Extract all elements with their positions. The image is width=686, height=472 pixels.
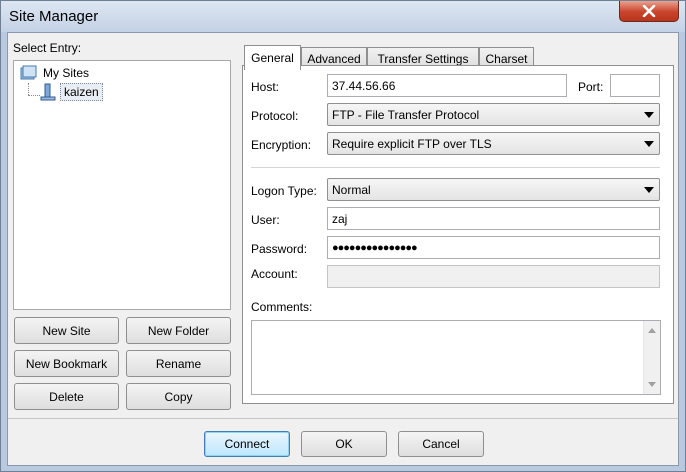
user-label: User: bbox=[251, 213, 280, 227]
encryption-select[interactable]: Require explicit FTP over TLS bbox=[327, 132, 660, 155]
tree-item-label: kaizen bbox=[60, 83, 103, 101]
dialog-body: Select Entry: My Sites kaizen New Site N… bbox=[7, 32, 679, 466]
protocol-value: FTP - File Transfer Protocol bbox=[332, 107, 480, 122]
folder-icon bbox=[20, 65, 37, 80]
scroll-up-icon[interactable] bbox=[648, 328, 656, 333]
tab-general[interactable]: General bbox=[244, 45, 301, 70]
host-input[interactable]: 37.44.56.66 bbox=[327, 74, 567, 97]
new-bookmark-button[interactable]: New Bookmark bbox=[14, 350, 119, 377]
port-label: Port: bbox=[578, 80, 604, 94]
close-button[interactable] bbox=[619, 1, 679, 22]
comments-textarea[interactable] bbox=[251, 320, 661, 395]
password-input[interactable]: ●●●●●●●●●●●●●●● bbox=[327, 236, 660, 259]
tree-item-label: My Sites bbox=[43, 66, 90, 80]
account-input bbox=[327, 265, 660, 288]
connect-button[interactable]: Connect bbox=[204, 431, 290, 457]
server-icon bbox=[40, 83, 56, 101]
logon-type-value: Normal bbox=[332, 182, 371, 197]
protocol-label: Protocol: bbox=[251, 109, 299, 123]
tree-item-my-sites[interactable]: My Sites bbox=[20, 64, 89, 82]
title-bar[interactable]: Site Manager bbox=[1, 1, 685, 32]
ok-button[interactable]: OK bbox=[301, 431, 387, 457]
tree-connector bbox=[28, 95, 40, 96]
rename-button[interactable]: Rename bbox=[126, 350, 231, 377]
chevron-down-icon bbox=[644, 187, 654, 193]
cancel-button[interactable]: Cancel bbox=[398, 431, 484, 457]
encryption-label: Encryption: bbox=[251, 138, 312, 152]
close-icon bbox=[642, 5, 656, 17]
scroll-down-icon[interactable] bbox=[648, 382, 656, 387]
window-title: Site Manager bbox=[9, 8, 99, 25]
delete-button[interactable]: Delete bbox=[14, 383, 119, 410]
site-tree[interactable]: My Sites kaizen bbox=[13, 60, 231, 310]
host-label: Host: bbox=[251, 80, 280, 94]
port-input[interactable] bbox=[610, 74, 660, 97]
logon-type-select[interactable]: Normal bbox=[327, 178, 660, 201]
separator bbox=[251, 167, 660, 168]
comments-label: Comments: bbox=[251, 300, 313, 314]
site-manager-window: Site Manager Select Entry: My Sites kaiz… bbox=[0, 0, 686, 472]
protocol-select[interactable]: FTP - File Transfer Protocol bbox=[327, 103, 660, 126]
footer-separator bbox=[8, 418, 678, 419]
select-entry-label: Select Entry: bbox=[13, 41, 82, 55]
encryption-value: Require explicit FTP over TLS bbox=[332, 136, 492, 151]
account-label: Account: bbox=[251, 267, 298, 281]
chevron-down-icon bbox=[644, 112, 654, 118]
copy-button[interactable]: Copy bbox=[126, 383, 231, 410]
tree-item-kaizen[interactable]: kaizen bbox=[40, 83, 103, 101]
tree-connector bbox=[28, 83, 29, 95]
new-folder-button[interactable]: New Folder bbox=[126, 317, 231, 344]
general-tab-panel: Host: 37.44.56.66 Port: Protocol: FTP - … bbox=[242, 65, 674, 404]
user-input[interactable]: zaj bbox=[327, 207, 660, 230]
password-label: Password: bbox=[251, 242, 308, 256]
logon-type-label: Logon Type: bbox=[251, 184, 317, 198]
new-site-button[interactable]: New Site bbox=[14, 317, 119, 344]
chevron-down-icon bbox=[644, 141, 654, 147]
comments-scrollbar[interactable] bbox=[643, 321, 660, 394]
